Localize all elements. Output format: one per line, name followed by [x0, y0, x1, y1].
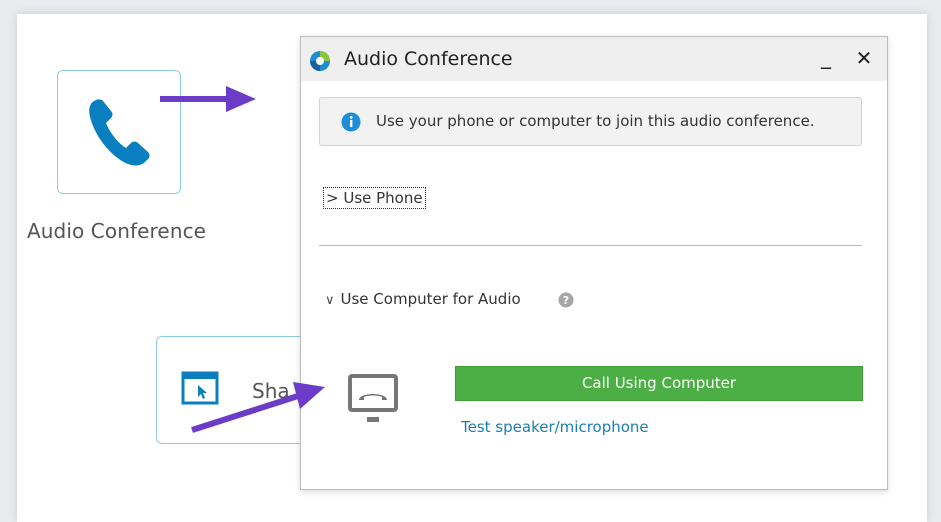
phone-icon	[89, 99, 150, 166]
share-screen-icon	[181, 371, 219, 405]
share-tile-label: Sha	[252, 379, 290, 403]
desk-phone-icon	[348, 374, 398, 422]
dialog-title: Audio Conference	[344, 48, 513, 70]
dialog-titlebar: Audio Conference _ ✕	[301, 37, 887, 81]
app-background: Audio Conference Sha Audio Conference _ …	[17, 14, 927, 522]
use-computer-toggle[interactable]: ∨ Use Computer for Audio	[325, 290, 521, 308]
info-text: Use your phone or computer to join this …	[376, 112, 815, 130]
section-divider	[319, 245, 862, 246]
audio-conference-tile-label: Audio Conference	[27, 219, 207, 243]
svg-text:?: ?	[563, 294, 569, 307]
use-phone-toggle[interactable]: > Use Phone	[323, 187, 426, 209]
info-icon	[341, 112, 361, 132]
test-speaker-microphone-link[interactable]: Test speaker/microphone	[461, 418, 649, 436]
info-banner: Use your phone or computer to join this …	[319, 97, 862, 146]
audio-conference-dialog: Audio Conference _ ✕ Use your phone or c…	[300, 36, 888, 490]
minimize-button[interactable]: _	[815, 45, 837, 71]
use-computer-label: Use Computer for Audio	[340, 290, 521, 308]
webex-logo-icon	[310, 51, 330, 71]
chevron-down-icon: ∨	[325, 293, 335, 308]
call-using-computer-button[interactable]: Call Using Computer	[455, 366, 863, 401]
help-icon[interactable]: ?	[558, 292, 574, 308]
close-button[interactable]: ✕	[853, 47, 875, 69]
audio-conference-tile[interactable]	[57, 70, 181, 194]
share-tile[interactable]: Sha	[156, 336, 316, 444]
